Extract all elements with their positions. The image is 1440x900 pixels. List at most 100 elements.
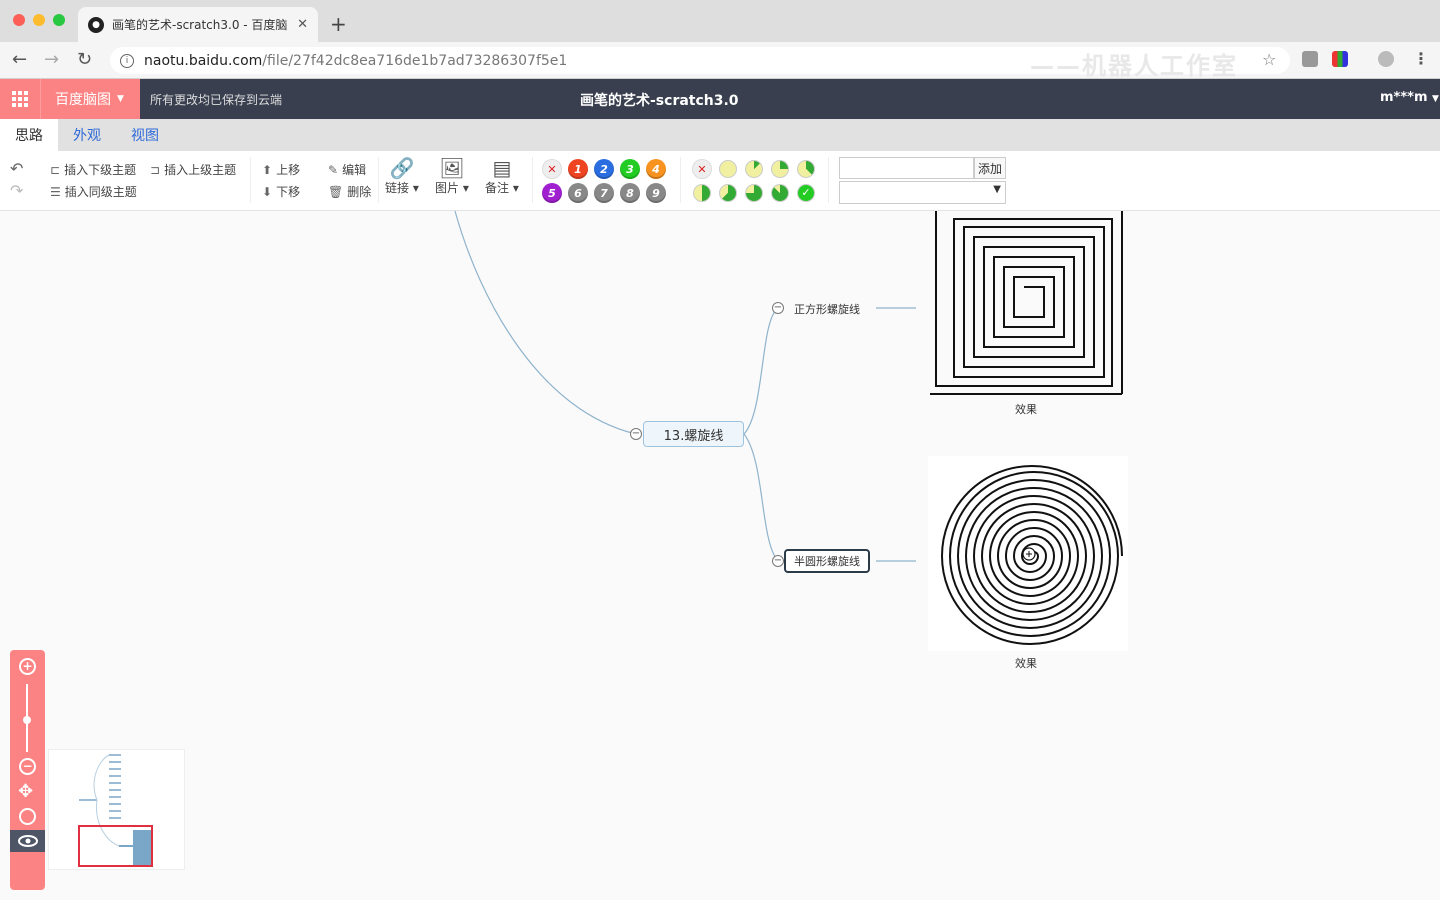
main-topic-node[interactable]: 13.螺旋线 [643, 421, 744, 447]
tab-view[interactable]: 视图 [116, 119, 174, 151]
delete-label: 删除 [347, 185, 372, 199]
progress-0-icon[interactable] [719, 160, 737, 178]
back-arrow-icon[interactable]: ← [12, 49, 27, 70]
priority-3-icon[interactable]: 3 [620, 159, 640, 179]
insert-parent-button[interactable]: ⊐ 插入上级主题 [150, 161, 236, 178]
insert-child-label: 插入下级主题 [64, 163, 137, 177]
move-up-button[interactable]: ⬆ 上移 [262, 161, 300, 178]
mindmap-canvas[interactable]: 效果 效果 − 13.螺旋线 − 正方形螺旋线 − 半圆形螺旋线 [0, 211, 1440, 900]
priority-1-icon[interactable]: 1 [568, 159, 588, 179]
priority-remove-icon[interactable]: ✕ [542, 159, 562, 179]
zoom-in-icon[interactable]: + [19, 658, 36, 675]
insert-sibling-button[interactable]: ☰ 插入同级主题 [50, 183, 137, 200]
square-caption: 效果 [1015, 403, 1037, 416]
locate-center-icon[interactable] [19, 808, 36, 825]
square-spiral-node[interactable]: 正方形螺旋线 [786, 299, 868, 319]
brand-menu-button[interactable]: 百度脑图 ▼ [40, 79, 140, 119]
insert-parent-label: 插入上级主题 [164, 163, 237, 177]
zoom-out-icon[interactable]: − [19, 758, 36, 775]
semicircle-spiral-node[interactable]: 半圆形螺旋线 [784, 549, 870, 573]
resource-select[interactable]: ▼ [839, 181, 1006, 204]
window-close-button[interactable] [13, 14, 25, 26]
image-button[interactable]: 🖼 图片 ▾ [435, 157, 469, 196]
new-tab-button[interactable]: + [330, 12, 347, 36]
priority-6-icon[interactable]: 6 [568, 183, 588, 203]
note-button[interactable]: ▤ 备注 ▾ [485, 157, 519, 196]
toolbar-divider [250, 157, 251, 203]
eye-icon [17, 835, 38, 847]
toolbar-divider [680, 157, 681, 203]
progress-5-icon[interactable] [719, 184, 737, 202]
note-icon: ▤ [492, 156, 512, 180]
resource-add-button[interactable]: 添加 [974, 157, 1006, 179]
grid-icon [12, 91, 28, 107]
progress-2-icon[interactable] [771, 160, 789, 178]
edit-button[interactable]: ✎ 编辑 [328, 161, 366, 178]
link-button[interactable]: 🔗 链接 ▾ [385, 157, 419, 196]
trash-icon: 🗑 [328, 184, 344, 199]
tab-title: 画笔的艺术-scratch3.0 - 百度脑 [112, 18, 288, 32]
site-info-icon[interactable]: i [120, 53, 134, 68]
caret-down-icon: ▼ [117, 94, 124, 104]
semicircle-spiral-image[interactable] [928, 456, 1128, 651]
collapse-toggle[interactable]: − [772, 302, 784, 314]
square-spiral-image[interactable] [928, 211, 1124, 397]
priority-2-icon[interactable]: 2 [594, 159, 614, 179]
link-label: 链接 [385, 181, 410, 195]
user-menu[interactable]: m***m ▼ [1380, 90, 1439, 105]
insert-sibling-label: 插入同级主题 [64, 185, 137, 199]
image-label: 图片 [435, 181, 460, 195]
image-icon: 🖼 [439, 156, 465, 180]
redo-icon[interactable]: ↷ [10, 181, 23, 200]
progress-remove-icon[interactable]: ✕ [692, 159, 712, 179]
profile-avatar-icon[interactable] [1378, 51, 1394, 67]
bookmark-star-icon[interactable]: ☆ [1262, 50, 1276, 69]
reload-icon[interactable]: ↻ [77, 49, 92, 70]
delete-button[interactable]: 🗑 删除 [328, 183, 371, 200]
toggle-minimap-button[interactable] [10, 830, 45, 852]
window-minimize-button[interactable] [33, 14, 45, 26]
resource-input[interactable] [839, 157, 974, 179]
browser-menu-icon[interactable]: ⋮ [1413, 49, 1429, 68]
progress-3-icon[interactable] [797, 160, 815, 178]
progress-1-icon[interactable] [745, 160, 763, 178]
browser-tab[interactable]: ● 画笔的艺术-scratch3.0 - 百度脑 ✕ [78, 7, 318, 42]
connector-lines [454, 211, 916, 562]
collapse-toggle[interactable]: − [630, 428, 642, 440]
priority-9-icon[interactable]: 9 [646, 183, 666, 203]
caret-down-icon: ▼ [1432, 94, 1439, 104]
tab-close-icon[interactable]: ✕ [297, 17, 308, 32]
minimap-viewport[interactable] [78, 825, 153, 867]
move-arrows-icon[interactable]: ✥ [18, 783, 33, 801]
priority-4-icon[interactable]: 4 [646, 159, 666, 179]
progress-done-icon[interactable]: ✓ [797, 184, 815, 202]
window-zoom-button[interactable] [53, 14, 65, 26]
toolbar-divider [532, 157, 533, 203]
semicircle-caption: 效果 [1015, 657, 1037, 670]
zoom-pane: + − ✥ [10, 650, 45, 890]
undo-icon[interactable]: ↶ [10, 159, 23, 178]
browser-tabstrip: ● 画笔的艺术-scratch3.0 - 百度脑 ✕ + [0, 0, 1440, 42]
progress-6-icon[interactable] [745, 184, 763, 202]
apps-grid-button[interactable] [0, 79, 40, 119]
forward-arrow-icon[interactable]: → [44, 49, 59, 70]
collapse-toggle[interactable]: − [772, 555, 784, 567]
move-up-label: 上移 [276, 163, 301, 177]
priority-8-icon[interactable]: 8 [620, 183, 640, 203]
url-path: /file/27f42dc8ea716de1b7ad73286307f5e1 [262, 52, 568, 69]
tab-appearance[interactable]: 外观 [58, 119, 116, 151]
colorful-extension-icon[interactable] [1332, 51, 1348, 67]
arrow-down-icon: ⬇ [262, 184, 273, 199]
tab-ideas[interactable]: 思路 [0, 119, 58, 151]
priority-5-icon[interactable]: 5 [542, 183, 562, 203]
insert-child-button[interactable]: ⊏ 插入下级主题 [50, 161, 136, 178]
minimap[interactable] [48, 749, 185, 870]
progress-4-icon[interactable] [693, 184, 711, 202]
url-host: naotu.baidu.com [144, 52, 263, 69]
move-down-button[interactable]: ⬇ 下移 [262, 183, 300, 200]
progress-7-icon[interactable] [771, 184, 789, 202]
priority-7-icon[interactable]: 7 [594, 183, 614, 203]
extension-icon[interactable] [1302, 51, 1318, 67]
zoom-slider-thumb[interactable] [23, 716, 31, 724]
caret-down-icon: ▼ [993, 184, 1001, 195]
